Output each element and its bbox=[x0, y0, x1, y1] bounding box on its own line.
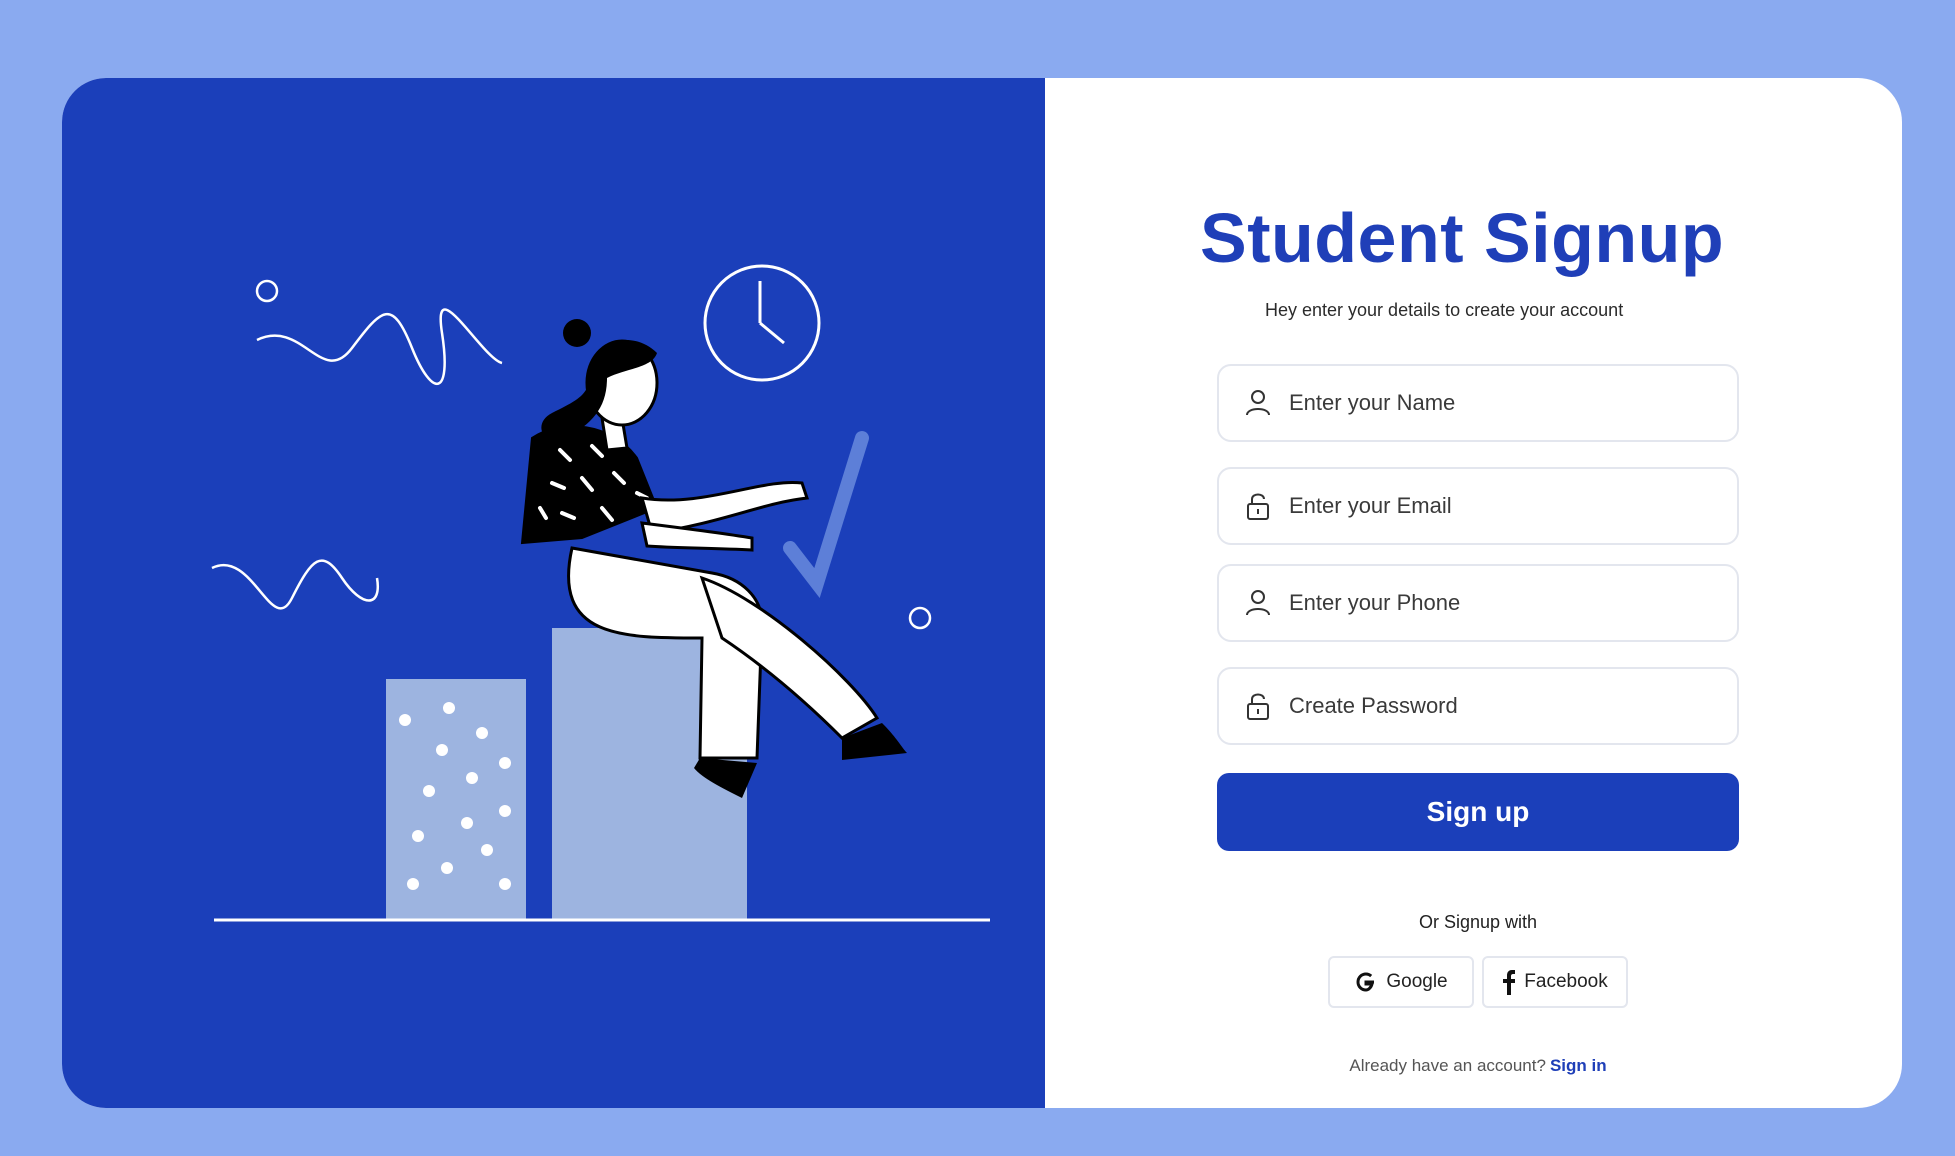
google-label: Google bbox=[1386, 971, 1448, 992]
phone-input[interactable] bbox=[1287, 589, 1711, 617]
facebook-signup-button[interactable]: Facebook bbox=[1482, 956, 1628, 1008]
name-field[interactable] bbox=[1217, 364, 1739, 442]
facebook-icon bbox=[1502, 969, 1516, 995]
signin-prompt: Already have an account? Sign in bbox=[1045, 1056, 1902, 1076]
form-panel: Student Signup Hey enter your details to… bbox=[1045, 78, 1902, 1108]
password-input[interactable] bbox=[1287, 692, 1711, 720]
password-field[interactable] bbox=[1217, 667, 1739, 745]
illustration-panel bbox=[62, 78, 1045, 1108]
lock-icon bbox=[1243, 491, 1273, 521]
google-signup-button[interactable]: Google bbox=[1328, 956, 1474, 1008]
already-have-account-text: Already have an account? bbox=[1349, 1056, 1546, 1075]
phone-field[interactable] bbox=[1217, 564, 1739, 642]
email-input[interactable] bbox=[1287, 492, 1711, 520]
or-signup-with-label: Or Signup with bbox=[1418, 912, 1538, 932]
signup-button[interactable]: Sign up bbox=[1217, 773, 1739, 851]
lock-icon bbox=[1243, 691, 1273, 721]
signin-link[interactable]: Sign in bbox=[1550, 1056, 1607, 1075]
user-icon bbox=[1243, 388, 1273, 418]
signup-card: Student Signup Hey enter your details to… bbox=[62, 78, 1902, 1108]
user-icon bbox=[1243, 588, 1273, 618]
name-input[interactable] bbox=[1287, 389, 1711, 417]
google-icon bbox=[1354, 970, 1378, 994]
facebook-label: Facebook bbox=[1524, 971, 1608, 992]
student-laptop-illustration bbox=[211, 264, 990, 922]
clock-icon bbox=[703, 264, 821, 382]
page-subtitle: Hey enter your details to create your ac… bbox=[1265, 300, 1624, 320]
email-field[interactable] bbox=[1217, 467, 1739, 545]
page-title: Student Signup bbox=[1200, 199, 1725, 277]
